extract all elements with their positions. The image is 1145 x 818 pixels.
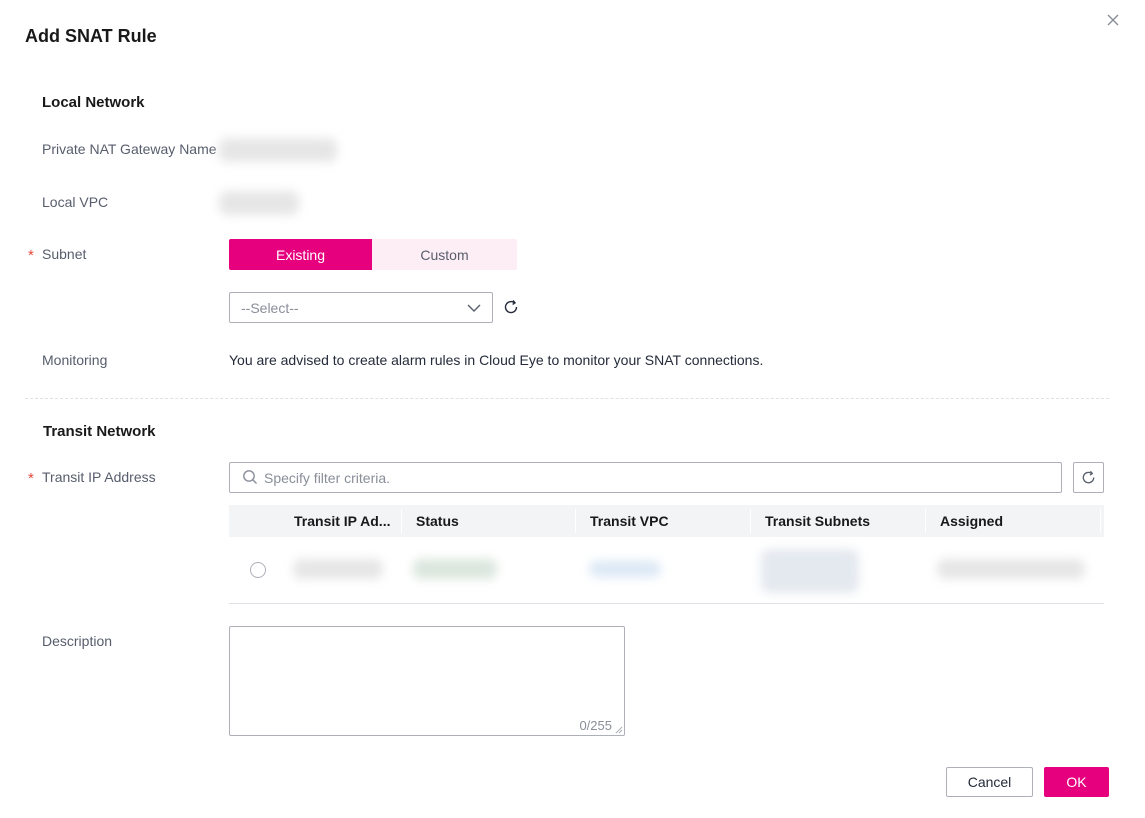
- transit-ip-label: Transit IP Address: [42, 469, 156, 485]
- description-input[interactable]: [230, 627, 624, 721]
- status-redacted: [413, 559, 497, 579]
- column-transit-vpc[interactable]: Transit VPC: [590, 505, 669, 537]
- column-divider: [925, 509, 926, 533]
- transit-refresh-button[interactable]: [1073, 462, 1104, 493]
- column-transit-ip[interactable]: Transit IP Ad...: [294, 505, 394, 537]
- gateway-name-value-redacted: [219, 138, 337, 162]
- monitoring-hint: You are advised to create alarm rules in…: [229, 352, 764, 368]
- assigned-redacted: [937, 559, 1085, 579]
- required-asterisk: *: [28, 470, 34, 487]
- description-char-counter: 0/255: [579, 718, 612, 733]
- column-status[interactable]: Status: [416, 505, 459, 537]
- column-divider: [750, 509, 751, 533]
- refresh-icon[interactable]: [502, 298, 520, 316]
- local-vpc-value-redacted: [219, 191, 299, 215]
- transit-network-title: Transit Network: [43, 423, 156, 440]
- required-asterisk: *: [28, 247, 34, 264]
- dialog-title: Add SNAT Rule: [25, 26, 157, 46]
- table-row[interactable]: [229, 537, 1104, 604]
- local-vpc-label: Local VPC: [42, 194, 109, 210]
- ok-button[interactable]: OK: [1044, 767, 1109, 797]
- subnet-select[interactable]: --Select--: [229, 292, 493, 323]
- gateway-name-label: Private NAT Gateway Name: [42, 141, 217, 157]
- row-select-radio[interactable]: [250, 562, 266, 578]
- resize-handle-icon[interactable]: [615, 726, 623, 734]
- subnet-label: Subnet: [42, 246, 87, 262]
- monitoring-label: Monitoring: [42, 352, 108, 368]
- column-assigned[interactable]: Assigned: [940, 505, 1003, 537]
- column-divider: [401, 509, 402, 533]
- close-icon[interactable]: [1105, 12, 1121, 28]
- transit-subnets-redacted: [761, 549, 859, 593]
- section-divider: [25, 398, 1109, 399]
- search-icon: [243, 470, 257, 484]
- refresh-icon: [1082, 470, 1095, 484]
- description-textarea[interactable]: 0/255: [229, 626, 625, 736]
- cancel-button[interactable]: Cancel: [946, 767, 1033, 797]
- subnet-custom-tab[interactable]: Custom: [372, 239, 517, 270]
- transit-ip-search[interactable]: [229, 462, 1062, 493]
- column-divider: [575, 509, 576, 533]
- local-network-title: Local Network: [42, 94, 145, 111]
- transit-vpc-redacted[interactable]: [589, 561, 661, 577]
- column-divider: [1100, 509, 1101, 533]
- subnet-select-value: --Select--: [241, 300, 299, 316]
- subnet-existing-tab[interactable]: Existing: [229, 239, 372, 270]
- search-input[interactable]: [264, 463, 1044, 492]
- transit-ip-redacted: [293, 559, 383, 579]
- transit-table-header: Transit IP Ad... Status Transit VPC Tran…: [229, 505, 1104, 537]
- chevron-down-icon: [467, 304, 481, 312]
- description-label: Description: [42, 633, 113, 649]
- column-transit-subnets[interactable]: Transit Subnets: [765, 505, 870, 537]
